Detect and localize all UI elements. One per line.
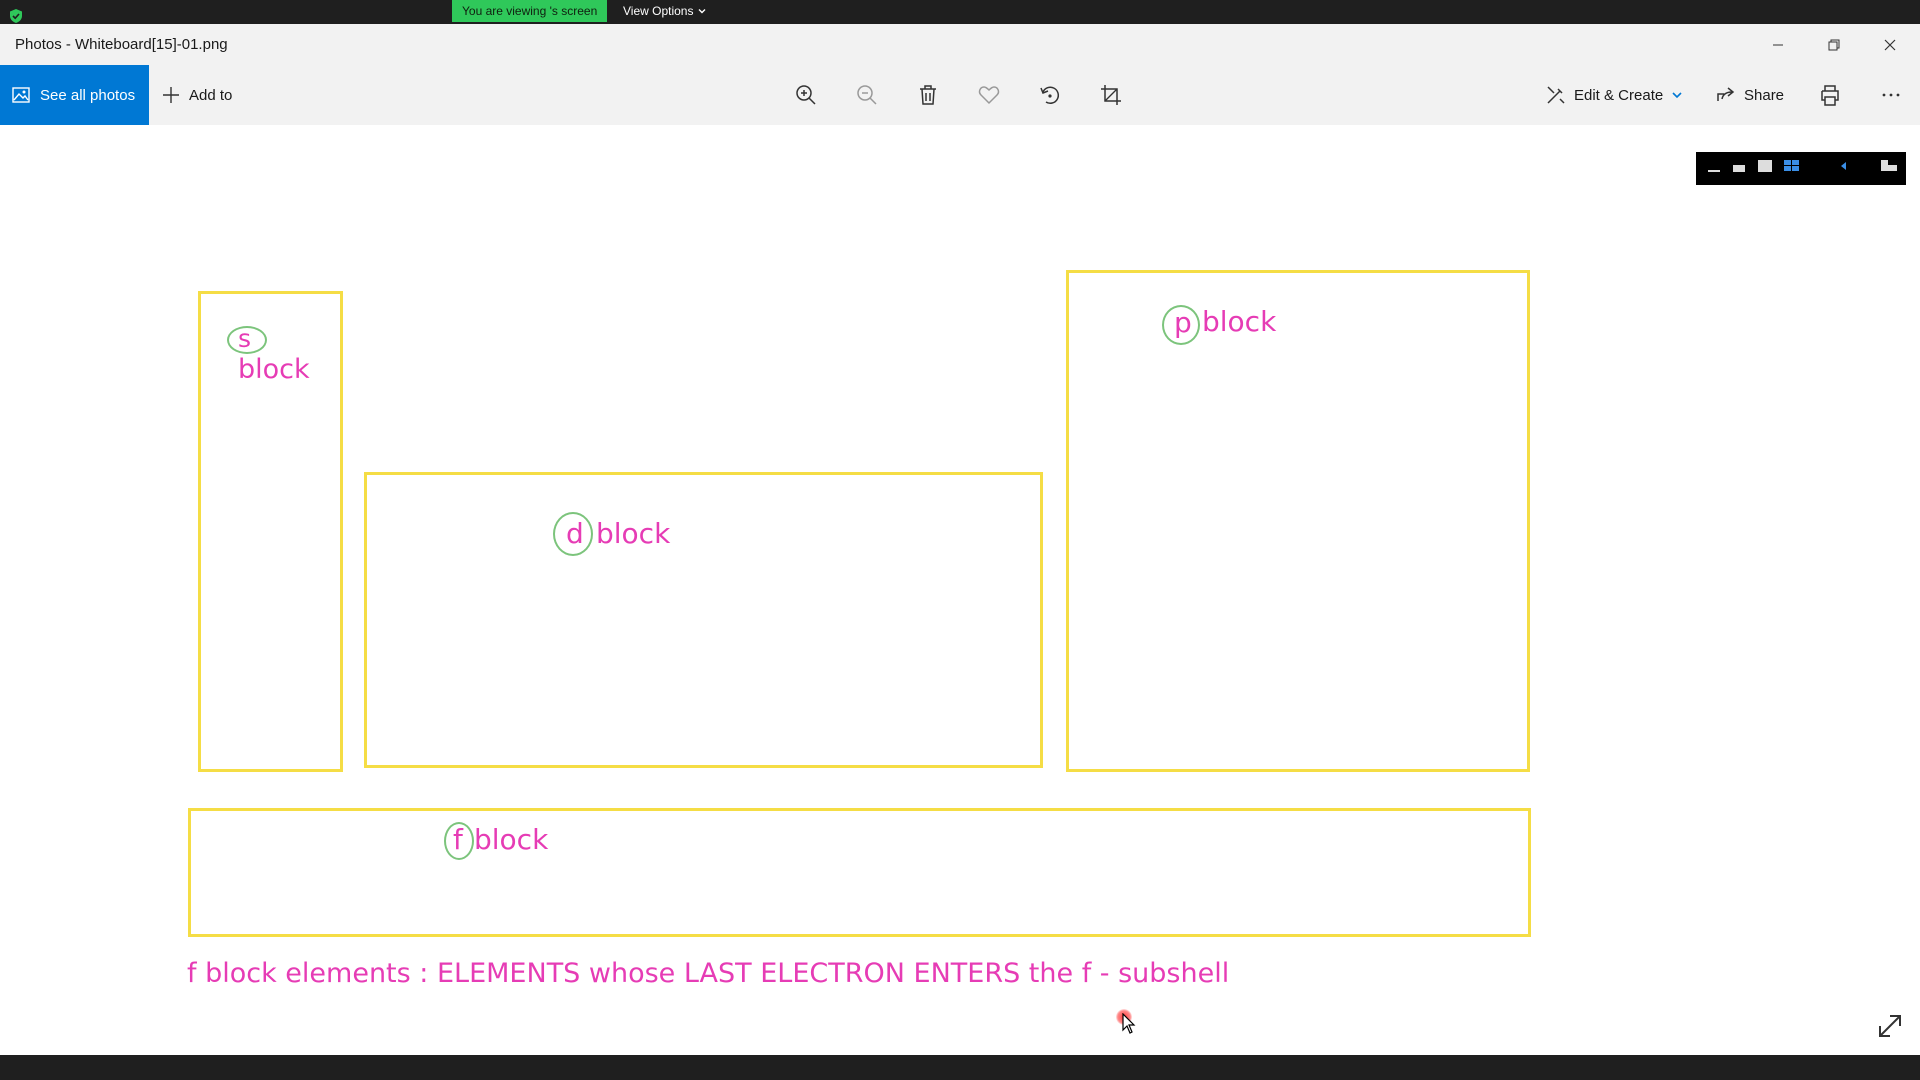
delete-button[interactable] — [912, 79, 944, 111]
share-label: Share — [1744, 86, 1785, 104]
photos-gallery-icon — [12, 87, 30, 103]
screen-share-bar: You are viewing 's screen View Options — [0, 0, 1920, 24]
zoom-out-icon — [857, 85, 877, 105]
print-button[interactable] — [1814, 79, 1846, 111]
favorite-heart-icon — [978, 86, 1000, 105]
edit-create-icon — [1547, 86, 1565, 104]
see-all-photos-label: See all photos — [40, 86, 136, 104]
view-options-label: View Options — [623, 4, 694, 18]
zoom-in-icon — [796, 85, 816, 105]
minimize-icon — [1773, 44, 1783, 45]
favorite-button[interactable] — [973, 79, 1005, 111]
edit-create-button[interactable]: Edit & Create — [1546, 65, 1683, 125]
share-button[interactable]: Share — [1716, 65, 1784, 125]
crop-icon — [1101, 85, 1121, 105]
minimize-button[interactable] — [1750, 24, 1806, 65]
crop-button[interactable] — [1095, 79, 1127, 111]
d-letter: d — [566, 517, 584, 550]
close-icon — [1884, 39, 1896, 50]
zoom-out-button[interactable] — [851, 79, 883, 111]
plus-icon — [163, 87, 179, 103]
edit-create-label: Edit & Create — [1574, 86, 1664, 104]
see-all-photos-button[interactable]: See all photos — [0, 65, 149, 125]
p-block-label: block — [1202, 305, 1277, 338]
close-button[interactable] — [1862, 24, 1918, 65]
add-to-label: Add to — [189, 86, 233, 104]
share-icon — [1717, 87, 1735, 101]
print-icon — [1821, 85, 1839, 106]
window-title: Photos - Whiteboard[15]-01.png — [15, 36, 228, 53]
delete-icon — [920, 85, 936, 105]
add-to-button[interactable]: Add to — [162, 65, 232, 125]
p-letter: p — [1174, 306, 1192, 339]
f-block-caption: f block elements : ELEMENTS whose LAST E… — [187, 958, 1230, 989]
p-block-box — [1066, 270, 1530, 772]
shield-icon — [10, 9, 22, 23]
window-titlebar: Photos - Whiteboard[15]-01.png — [0, 24, 1920, 65]
restore-button[interactable] — [1806, 24, 1862, 65]
viewing-screen-badge: You are viewing 's screen — [452, 0, 608, 22]
rotate-icon — [1040, 86, 1059, 105]
f-block-label: block — [474, 823, 549, 856]
chevron-down-icon — [698, 9, 706, 14]
bottom-taskbar-strip — [0, 1055, 1920, 1080]
more-options-button[interactable] — [1875, 79, 1907, 111]
s-block-label: block — [238, 354, 310, 385]
photos-toolbar: See all photos Add to Edit & Create Shar… — [0, 65, 1920, 125]
s-letter: s — [238, 324, 252, 353]
chevron-down-icon — [1672, 92, 1682, 99]
f-block-box — [188, 808, 1531, 937]
restore-icon — [1828, 39, 1840, 50]
f-letter: f — [453, 823, 463, 856]
d-block-box — [364, 472, 1043, 768]
screen-share-mini-toolbar — [1696, 152, 1906, 185]
more-icon — [1882, 93, 1900, 97]
rotate-button[interactable] — [1034, 79, 1066, 111]
layout-options-icon — [1708, 160, 1897, 172]
fullscreen-icon[interactable] — [1876, 1012, 1904, 1040]
mouse-cursor-icon — [1122, 1013, 1136, 1034]
view-options-button[interactable]: View Options — [623, 0, 707, 22]
zoom-in-button[interactable] — [790, 79, 822, 111]
d-block-label: block — [596, 517, 671, 550]
